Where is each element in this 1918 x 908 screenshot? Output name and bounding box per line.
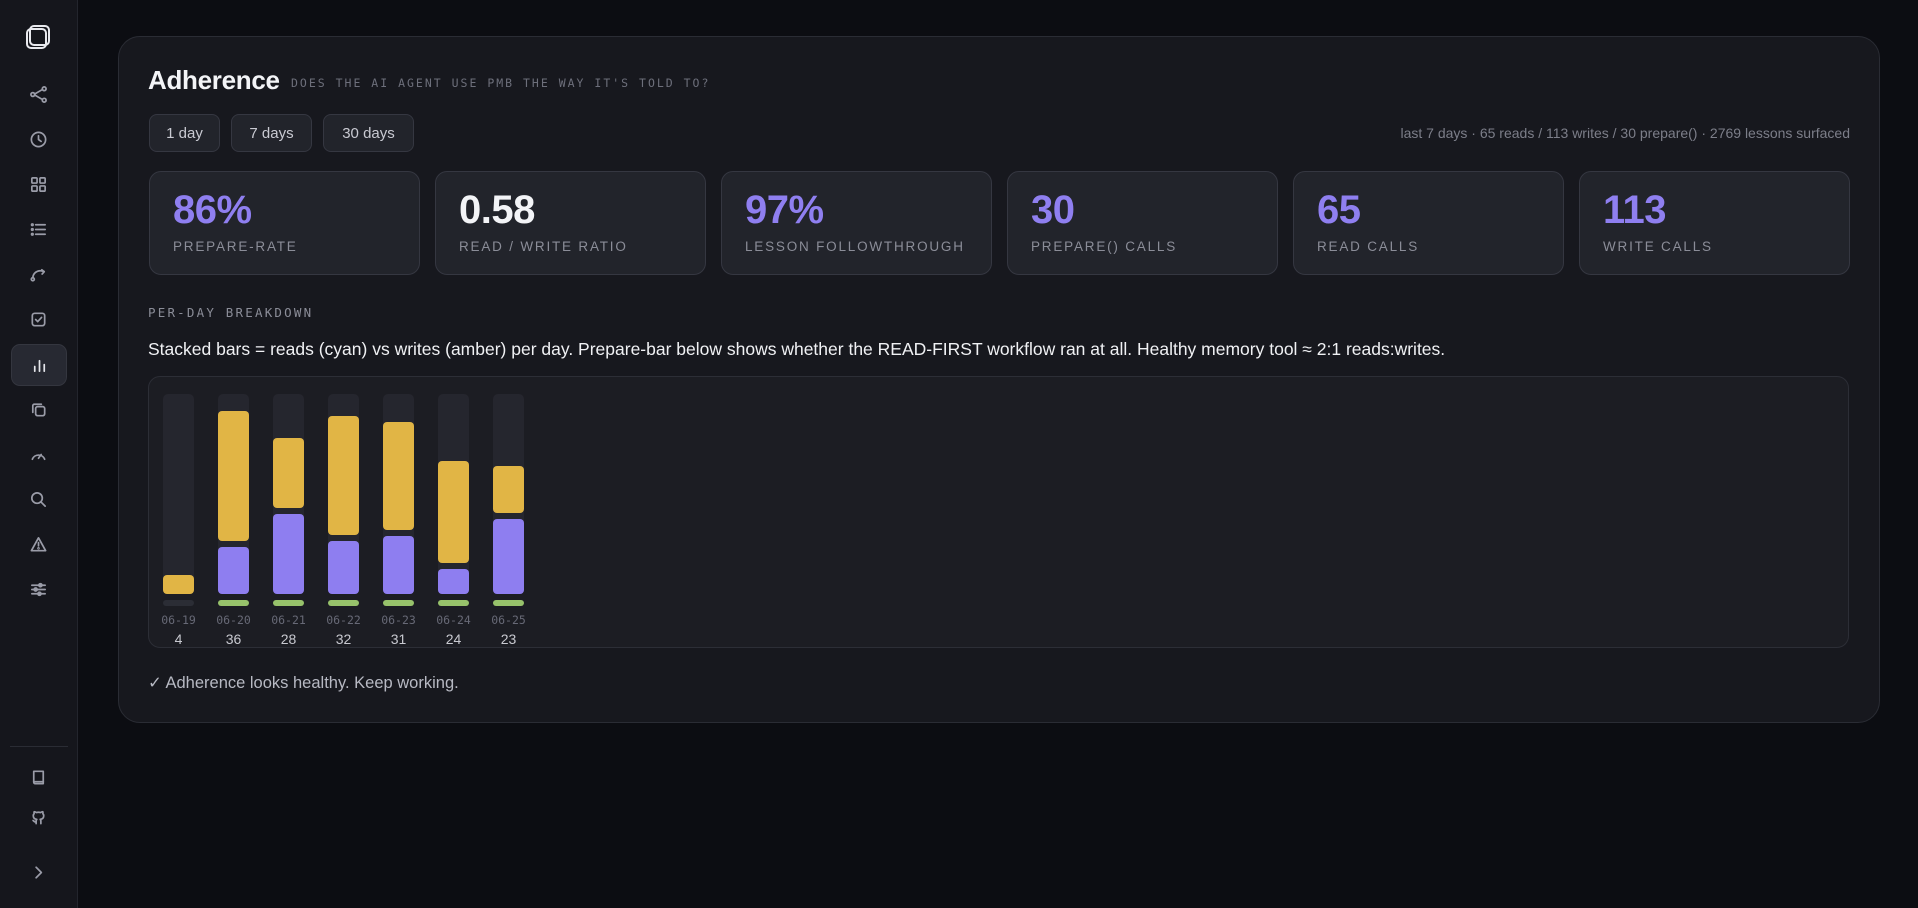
bar-segment-writes — [273, 438, 304, 508]
bar-segment-reads — [273, 513, 304, 594]
bar-track — [273, 394, 304, 594]
page-subtitle: DOES THE AI AGENT USE PMB THE WAY IT'S T… — [291, 76, 711, 90]
x-tick-label: 06-19 — [161, 613, 196, 627]
book-icon[interactable] — [11, 757, 65, 797]
bar-segment-writes — [328, 416, 359, 536]
stat-card-lesson-followthrough: 97% LESSON FOLLOWTHROUGH — [721, 171, 992, 275]
chevron-right-icon[interactable] — [11, 852, 65, 892]
x-tick-label: 06-25 — [491, 613, 526, 627]
stat-card-write-calls: 113 WRITE CALLS — [1579, 171, 1850, 275]
stat-label: READ CALLS — [1317, 239, 1420, 254]
stat-label: LESSON FOLLOWTHROUGH — [745, 239, 965, 254]
stat-card-prepare-rate: 86% PREPARE-RATE — [149, 171, 420, 275]
x-tick-label: 06-23 — [381, 613, 416, 627]
bar-segment-writes — [383, 421, 414, 530]
x-tick-label: 06-21 — [271, 613, 306, 627]
stat-value: 97% — [745, 188, 824, 232]
bar-total-label: 23 — [500, 631, 517, 647]
stat-value: 65 — [1317, 188, 1361, 232]
bar-track — [383, 394, 414, 594]
curve-icon[interactable] — [11, 254, 65, 294]
range-7-days-button[interactable]: 7 days — [231, 114, 312, 152]
prepare-indicator — [218, 600, 249, 606]
logo-icon[interactable] — [11, 17, 65, 57]
stat-card-read-calls: 65 READ CALLS — [1293, 171, 1564, 275]
sidebar-divider — [10, 746, 68, 747]
bar-total-label: 36 — [225, 631, 242, 647]
stat-value: 86% — [173, 188, 252, 232]
stat-label: PREPARE-RATE — [173, 239, 298, 254]
sidebar — [0, 0, 78, 908]
chart-description: Stacked bars = reads (cyan) vs writes (a… — [148, 339, 1446, 359]
x-tick-label: 06-22 — [326, 613, 361, 627]
status-message: ✓ Adherence looks healthy. Keep working. — [148, 674, 459, 692]
bar-track — [163, 394, 194, 594]
stat-card-prepare-calls: 30 PREPARE() CALLS — [1007, 171, 1278, 275]
adherence-panel: Adherence DOES THE AI AGENT USE PMB THE … — [118, 36, 1880, 723]
github-icon[interactable] — [11, 797, 65, 837]
bar-track — [218, 394, 249, 594]
graph-icon[interactable] — [11, 74, 65, 114]
copy-icon[interactable] — [11, 389, 65, 429]
prepare-indicator — [328, 600, 359, 606]
bar-track — [493, 394, 524, 594]
x-tick-label: 06-24 — [436, 613, 471, 627]
prepare-indicator — [273, 600, 304, 606]
stat-label: WRITE CALLS — [1603, 239, 1713, 254]
list-icon[interactable] — [11, 209, 65, 249]
bar-track — [328, 394, 359, 594]
bar-segment-reads — [328, 541, 359, 594]
per-day-chart: 06-19 4 06-20 36 06-21 28 06-22 32 06-23 31 06-24 2… — [148, 376, 1849, 648]
bar-total-label: 28 — [280, 631, 297, 647]
page-title: Adherence — [148, 65, 280, 95]
gauge-icon[interactable] — [11, 434, 65, 474]
bar-total-label: 32 — [335, 631, 352, 647]
bar-segment-writes — [218, 410, 249, 541]
sliders-icon[interactable] — [11, 569, 65, 609]
x-tick-label: 06-20 — [216, 613, 251, 627]
summary-text: last 7 days · 65 reads / 113 writes / 30… — [1400, 125, 1850, 141]
bar-segment-writes — [438, 460, 469, 564]
checkbox-icon[interactable] — [11, 299, 65, 339]
stat-value: 30 — [1031, 188, 1075, 232]
range-1-day-button[interactable]: 1 day — [149, 114, 220, 152]
bar-track — [438, 394, 469, 594]
stat-label: READ / WRITE RATIO — [459, 239, 628, 254]
prepare-indicator — [383, 600, 414, 606]
bar-segment-reads — [438, 569, 469, 594]
grid-icon[interactable] — [11, 164, 65, 204]
prepare-indicator — [493, 600, 524, 606]
bar-total-label: 4 — [174, 631, 183, 647]
bar-chart-icon[interactable] — [11, 344, 67, 386]
bar-total-label: 24 — [445, 631, 462, 647]
stat-value: 113 — [1603, 188, 1667, 232]
search-icon[interactable] — [11, 479, 65, 519]
bar-segment-reads — [383, 535, 414, 594]
range-30-days-button[interactable]: 30 days — [323, 114, 414, 152]
prepare-indicator — [163, 600, 194, 606]
bar-segment-writes — [493, 466, 524, 514]
stat-label: PREPARE() CALLS — [1031, 239, 1178, 254]
warning-icon[interactable] — [11, 524, 65, 564]
bar-segment-reads — [218, 547, 249, 594]
bar-total-label: 31 — [390, 631, 407, 647]
bar-segment-writes — [163, 574, 194, 594]
stat-value: 0.58 — [459, 188, 535, 232]
clock-icon[interactable] — [11, 119, 65, 159]
prepare-indicator — [438, 600, 469, 606]
bar-segment-reads — [493, 519, 524, 594]
stat-card-read-write-ratio: 0.58 READ / WRITE RATIO — [435, 171, 706, 275]
section-heading: PER-DAY BREAKDOWN — [148, 305, 314, 320]
